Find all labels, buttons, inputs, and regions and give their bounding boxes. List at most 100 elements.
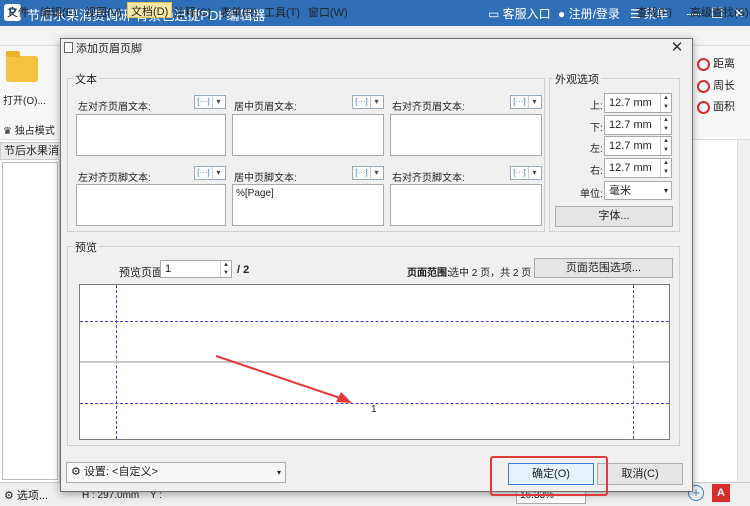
header-center-label: 居中页眉文本: [234,102,297,113]
footer-center-label: 居中页脚文本: [234,173,297,184]
header-center-input[interactable] [232,114,384,156]
menu-document[interactable]: 文档(D) [127,2,173,18]
footer-left-insert-button[interactable]: [···] ▾ [194,166,226,180]
menu-comment[interactable]: 注释(C) [174,4,211,20]
unit-select[interactable]: 毫米 ▾ [604,181,672,200]
insert-macro-icon: [···] [511,96,529,108]
insert-macro-icon: [···] [195,96,213,108]
appearance-group-label: 外观选项 [553,71,601,87]
open-folder-icon[interactable] [6,51,38,82]
margin-left-spinner[interactable]: 12.7 mm ▲ ▼ [604,136,672,156]
preview-page-spinner[interactable]: 1 ▲ ▼ [160,260,232,278]
font-button[interactable]: 字体... [555,206,673,227]
chevron-down-icon: ▾ [216,97,221,106]
page-range-label: 页面范围: [407,268,451,279]
header-left-insert-button[interactable]: [···] ▾ [194,95,226,109]
document-tab[interactable]: 节后水果消费 [0,142,62,160]
insert-macro-icon: [···] [353,96,371,108]
chevron-down-icon: ▾ [374,168,379,177]
chevron-down-icon: ▾ [532,168,537,177]
margin-top-label: 上: [590,101,603,112]
preview-group-label: 预览 [73,239,99,255]
area-tool[interactable]: 面积 [697,98,735,114]
spinner-arrows-icon[interactable]: ▲ ▼ [660,94,671,112]
spinner-arrows-icon[interactable]: ▲ ▼ [660,159,671,177]
settings-select[interactable]: ⚙ 设置: <自定义> ▾ [66,462,286,483]
insert-macro-icon: [···] [353,167,371,179]
chevron-down-icon: ▾ [532,97,537,106]
text-group-label: 文本 [73,71,99,87]
menu-form[interactable]: 表单(R) [220,4,257,20]
chevron-down-icon: ▾ [216,168,221,177]
footer-left-label: 左对齐页脚文本: [78,173,151,184]
spinner-arrows-icon[interactable]: ▲ ▼ [220,261,231,277]
dialog-icon [64,42,73,53]
spinner-arrows-icon[interactable]: ▲ ▼ [660,116,671,134]
footer-right-insert-button[interactable]: [···] ▾ [510,166,542,180]
preview-page-total: / 2 [237,264,250,276]
exclusive-mode-button[interactable]: ♛ 独占模式 [3,122,55,137]
margin-right-spinner[interactable]: 12.7 mm ▲ ▼ [604,158,672,178]
dialog-close-button[interactable]: ✕ [668,39,686,57]
open-button[interactable]: 打开(O)... [3,92,46,107]
annotation-arrow-head [336,392,352,403]
menu-find[interactable]: 查找(F) [636,4,672,20]
login-button[interactable]: ● 注册/登录 [558,5,620,22]
unit-label: 单位: [580,189,603,200]
margin-bottom-label: 下: [590,123,603,134]
crown-icon: ♛ [3,126,15,137]
annotation-arrow [215,355,352,403]
distance-tool[interactable]: 距离 [697,55,735,71]
user-icon: ● [558,7,569,21]
distance-icon [697,57,710,71]
perimeter-icon [697,79,710,93]
options-button[interactable]: ⚙ 选项... [4,487,48,503]
gear-icon: ⚙ [4,490,17,502]
chevron-down-icon: ▾ [663,186,668,195]
gear-icon: ⚙ [71,466,84,478]
menu-file[interactable]: 文件 [7,4,29,20]
preview-page-label: 预览页面 [119,267,163,279]
menu-tools[interactable]: 工具(T) [264,4,300,20]
header-left-input[interactable] [76,114,226,156]
footer-center-insert-button[interactable]: [···] ▾ [352,166,384,180]
dialog-title: 添加页眉页脚 [76,43,142,55]
menu-window[interactable]: 窗口(W) [308,4,348,20]
insert-macro-icon: [···] [195,167,213,179]
vertical-scrollbar[interactable] [737,140,750,482]
chevron-down-icon: ▾ [276,468,281,477]
page-thumbnail [2,162,58,480]
chat-icon: ▭ [488,7,503,21]
header-right-input[interactable] [390,114,542,156]
perimeter-tool[interactable]: 周长 [697,77,735,93]
margin-bottom-spinner[interactable]: 12.7 mm ▲ ▼ [604,115,672,135]
menu-advanced-find[interactable]: 高级查找(S) [690,4,749,20]
spinner-arrows-icon[interactable]: ▲ ▼ [660,137,671,155]
footer-left-input[interactable] [76,184,226,226]
footer-right-input[interactable] [390,184,542,226]
menu-view[interactable]: 视图(V) [85,4,122,20]
footer-center-input[interactable]: %[Page] [232,184,384,226]
preview-footer-page-number: 1 [371,404,377,415]
header-guide-line [80,321,669,322]
header-left-label: 左对齐页眉文本: [78,102,151,113]
margin-top-spinner[interactable]: 12.7 mm ▲ ▼ [604,93,672,113]
cancel-button[interactable]: 取消(C) [597,463,683,485]
page-range-options-button[interactable]: 页面范围选项... [534,258,673,278]
preview-canvas: 1 [79,284,670,440]
pdf-icon[interactable]: A [712,484,730,502]
margin-left-label: 左: [590,144,603,155]
header-center-insert-button[interactable]: [···] ▾ [352,95,384,109]
margin-right-label: 右: [590,166,603,177]
footer-right-label: 右对齐页脚文本: [392,173,465,184]
page-separator [80,361,669,363]
menu-edit[interactable]: 编辑(E) [40,4,77,20]
annotation-highlight-box [490,456,608,496]
page-range-text: 选中 2 页，共 2 页 [449,268,532,279]
header-right-insert-button[interactable]: [···] ▾ [510,95,542,109]
customer-service-button[interactable]: ▭ 客服入口 [488,5,551,22]
area-icon [697,100,710,114]
chevron-down-icon: ▾ [374,97,379,106]
insert-macro-icon: [···] [511,167,529,179]
header-right-label: 右对齐页眉文本: [392,102,465,113]
